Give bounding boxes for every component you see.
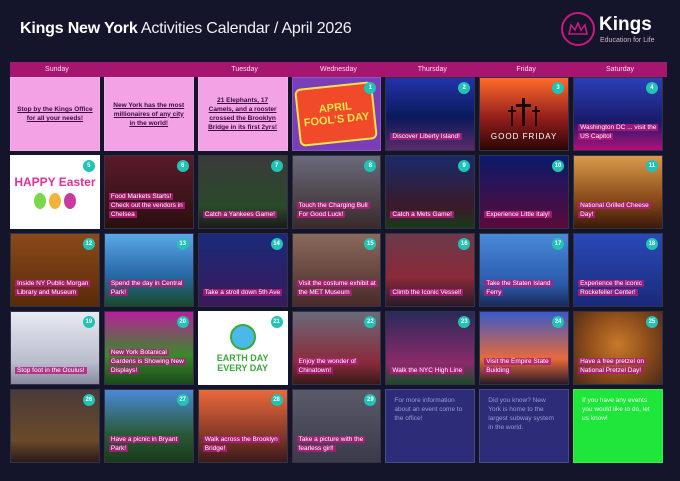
day-number: 12 [82, 238, 95, 250]
day-number: 20 [176, 316, 189, 328]
info-card-suggest: If you have any events you would like to… [573, 389, 663, 463]
day-number: 26 [82, 394, 95, 406]
weekday-saturday: Saturday [605, 66, 634, 73]
day-cell[interactable]: 14 Take a stroll down 5th Ave [197, 233, 288, 307]
day-cell[interactable]: 26 [10, 389, 100, 463]
day-cell[interactable]: 12 Inside NY Public Morgan Library and M… [10, 233, 100, 307]
fact-link[interactable]: Stop by the Kings Office for all your ne… [17, 105, 93, 123]
day-cell[interactable]: 29 Take a picture with the fearless girl… [291, 389, 382, 463]
day-cell[interactable]: 18 Experience the iconic Rockefeller Cen… [573, 233, 663, 307]
day-cell[interactable]: 9 Catch a Mets Game! [385, 155, 476, 229]
day-number: 7 [270, 160, 283, 172]
day-number: 27 [176, 394, 189, 406]
day-cell[interactable]: 7 Catch a Yankees Game! [197, 155, 288, 229]
day-number: 6 [176, 160, 189, 172]
fact-link[interactable]: New York has the most millionaires of an… [111, 101, 187, 128]
fact-card-tuesday: 21 Elephants, 17 Camels, and a rooster c… [197, 77, 288, 151]
day-number: 17 [552, 238, 565, 250]
day-cell[interactable]: 8 Touch the Charging Bull For Good Luck! [291, 155, 382, 229]
crown-icon [561, 12, 595, 46]
day-cell[interactable]: 19 Stop foot in the Oculus! [10, 311, 100, 385]
day-number: 4 [645, 82, 658, 94]
page-title: Kings New York Activities Calendar / Apr… [20, 20, 352, 37]
day-number: 14 [270, 238, 283, 250]
calendar: Sunday Tuesday Wednesday Thursday Friday… [10, 62, 667, 463]
day-cell[interactable]: GOOD FRIDAY 3 [479, 77, 570, 151]
fact-card-sunday: Stop by the Kings Office for all your ne… [10, 77, 100, 151]
fact-link[interactable]: 21 Elephants, 17 Camels, and a rooster c… [205, 96, 281, 132]
day-cell[interactable]: 25 Have a free pretzel on National Pretz… [573, 311, 663, 385]
day-cell[interactable]: 24 Visit the Empire State Building [479, 311, 570, 385]
day-cell[interactable]: EARTH DAY EVERY DAY 21 [197, 311, 288, 385]
day-cell[interactable]: 13 Spend the day in Central Park! [103, 233, 194, 307]
weekday-sunday: Sunday [45, 66, 69, 73]
info-card-office: For more information about an event come… [385, 389, 476, 463]
weekday-monday [104, 62, 198, 77]
day-number: 13 [176, 238, 189, 250]
globe-icon [229, 323, 256, 350]
day-number: 11 [645, 160, 658, 172]
day-cell[interactable]: APRIL FOOL'S DAY 1 [291, 77, 382, 151]
easter-egg-icon [33, 193, 46, 209]
day-number: 19 [82, 316, 95, 328]
easter-egg-icon [63, 193, 76, 209]
day-cell[interactable]: 17 Take the Staten Island Ferry [479, 233, 570, 307]
weekday-friday: Friday [516, 66, 536, 73]
day-cell[interactable]: 15 Visit the costume exhibit at the MET … [291, 233, 382, 307]
calendar-grid: Stop by the Kings Office for all your ne… [10, 77, 667, 463]
day-cell[interactable]: 10 Experience Little Italy! [479, 155, 570, 229]
weekday-tuesday: Tuesday [231, 66, 258, 73]
day-cell[interactable]: 11 National Grilled Cheese Day! [573, 155, 663, 229]
day-cell[interactable]: 22 Enjoy the wonder of Chinatown! [291, 311, 382, 385]
day-cell[interactable]: 23 Walk the NYC High Line [385, 311, 476, 385]
day-number: 24 [552, 316, 565, 328]
day-cell[interactable]: 16 Climb the Iconic Vessel! [385, 233, 476, 307]
weekday-thursday: Thursday [417, 66, 447, 73]
day-cell[interactable]: HAPPY Easter 5 [10, 155, 100, 229]
day-number: 5 [82, 160, 95, 172]
day-number: 10 [552, 160, 565, 172]
day-cell[interactable]: 2 Discover Liberty Island! [385, 77, 476, 151]
cross-icon [508, 98, 541, 126]
day-number: 21 [270, 316, 283, 328]
day-cell[interactable]: 20 New York Botanical Gardens is Showing… [103, 311, 194, 385]
header: Kings New York Activities Calendar / Apr… [0, 0, 680, 58]
fact-card-monday: New York has the most millionaires of an… [103, 77, 194, 151]
day-cell[interactable]: 6 Food Markets Starts! Check out the ven… [103, 155, 194, 229]
day-cell[interactable]: 28 Walk across the Brooklyn Bridge! [197, 389, 288, 463]
kings-logo: Kings Education for Life [561, 12, 671, 48]
day-number: 28 [270, 394, 283, 406]
day-cell[interactable]: 4 Washington DC ... visit the US Capitol [573, 77, 663, 151]
day-number: 3 [552, 82, 565, 94]
day-number: 18 [645, 238, 658, 250]
day-number: 25 [645, 316, 658, 328]
weekday-wednesday: Wednesday [320, 66, 357, 73]
info-card-fact: Did you know? New York is home to the la… [479, 389, 570, 463]
easter-egg-icon [48, 193, 61, 209]
day-cell[interactable]: 27 Have a picnic in Bryant Park! [103, 389, 194, 463]
weekday-header: Sunday Tuesday Wednesday Thursday Friday… [10, 62, 667, 77]
